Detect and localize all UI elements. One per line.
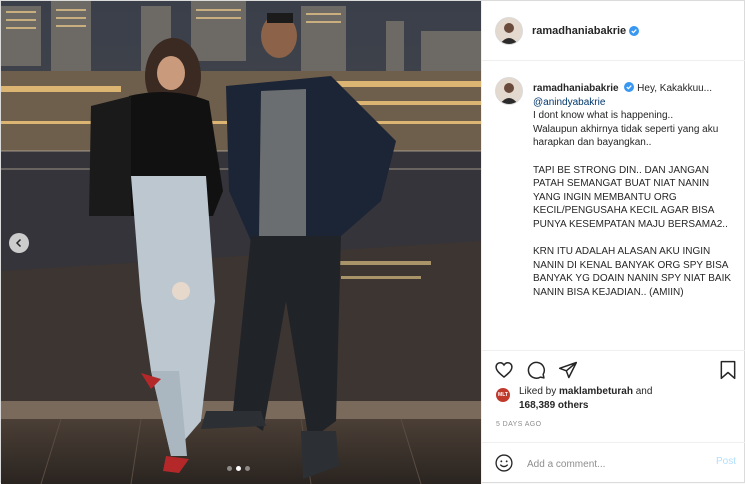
comment-button[interactable] [526,360,546,380]
caption-line: TAPI BE STRONG DIN.. DAN JANGAN PATAH SE… [533,164,728,230]
avatar-image [496,17,522,44]
liked-by-conjunction: and [635,386,653,397]
chevron-left-icon [15,238,22,248]
like-button[interactable] [494,360,514,380]
action-bar [482,350,745,389]
caption-line: I dont know what is happening.. [533,110,674,122]
caption-avatar[interactable] [495,77,523,105]
liked-by-line: Liked by maklambeturah and [519,386,652,397]
carousel-dot [245,466,250,471]
likes-count[interactable]: 168,389 others [519,400,589,411]
post-comment-button[interactable]: Post [716,456,736,467]
emoji-button[interactable] [494,453,514,473]
liked-by-prefix: Liked by [519,386,557,397]
comment-input[interactable] [525,455,699,473]
caption-text: ramadhaniabakrie Hey, Kakakkuu... @anind… [533,82,738,300]
carousel-prev-button[interactable] [9,233,29,253]
caption-line: KRN ITU ADALAH ALASAN AKU INGIN NANIN DI… [533,246,732,298]
post-sidebar: ramadhaniabakrie ramadhaniabakrie Hey, K… [481,1,745,484]
post-header: ramadhaniabakrie [482,1,745,61]
photo-illustration [1,1,481,484]
emoji-icon [495,454,513,472]
post-caption: ramadhaniabakrie Hey, Kakakkuu... @anind… [495,77,740,349]
author-avatar[interactable] [495,16,523,45]
comment-box: Post [482,442,745,484]
caption-greeting: Hey, Kakakkuu... [637,83,713,94]
caption-username[interactable]: ramadhaniabakrie [533,83,619,94]
carousel-indicator [227,466,250,471]
post-timestamp[interactable]: 5 DAYS AGO [496,421,542,428]
carousel-dot-active [236,466,241,471]
share-icon [558,361,578,379]
heart-icon [495,361,513,379]
author-username[interactable]: ramadhaniabakrie [532,25,626,37]
share-button[interactable] [558,360,578,380]
verified-badge-icon [624,82,635,92]
post-photo[interactable] [1,1,481,484]
liked-by-user[interactable]: maklambeturah [559,386,633,397]
comment-icon [527,361,546,379]
carousel-dot [227,466,232,471]
bookmark-icon [720,360,736,380]
instagram-post: ramadhaniabakrie ramadhaniabakrie Hey, K… [0,0,745,484]
save-button[interactable] [718,360,738,380]
caption-mention[interactable]: @anindyabakrie [533,97,605,108]
avatar-image [496,78,522,104]
liker-avatar[interactable]: MLT [496,388,510,402]
verified-badge-icon [629,25,640,36]
caption-line: Walaupun akhirnya tidak seperti yang aku… [533,123,719,149]
